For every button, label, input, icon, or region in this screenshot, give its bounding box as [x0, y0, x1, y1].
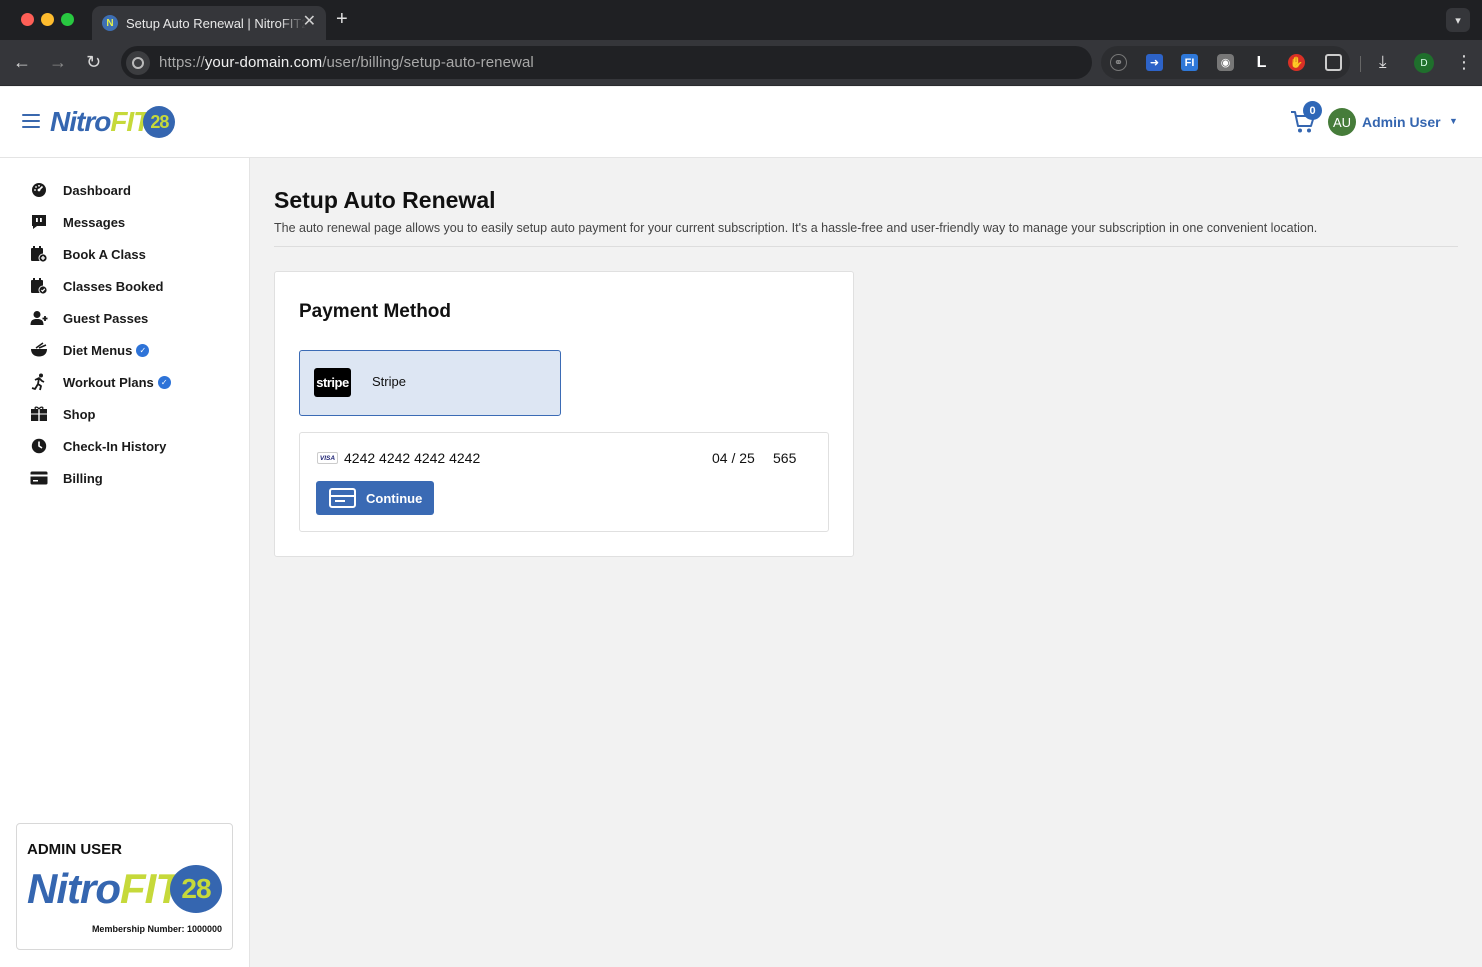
running-icon — [30, 373, 48, 391]
sidebar-item-workout-plans[interactable]: Workout Plans ✓ — [30, 371, 171, 393]
card-details-form: VISA 4242 4242 4242 4242 04 / 25 565 Con… — [299, 432, 829, 532]
tab-title: Setup Auto Renewal | NitroFIT28 — [126, 15, 306, 31]
payment-method-title: Payment Method — [299, 301, 452, 322]
site-info-icon[interactable] — [126, 50, 150, 75]
stripe-option-label: Stripe — [372, 374, 406, 389]
visa-card-icon: VISA — [317, 452, 338, 464]
payment-method-card: Payment Method stripe Stripe VISA 4242 4… — [274, 271, 854, 557]
sidebar-item-label: Guest Passes — [63, 310, 149, 326]
app-header: Nitro FIT 28 — [0, 87, 1482, 158]
logo-num: 28 — [143, 106, 176, 138]
url-path: /user/billing/setup-auto-renewal — [322, 54, 534, 71]
sidebar-item-check-in-history[interactable]: Check-In History — [30, 435, 166, 457]
credit-card-icon — [30, 469, 48, 487]
membership-number: Membership Number: 1000000 — [91, 924, 222, 934]
reload-icon[interactable]: ↻ — [86, 52, 101, 72]
url-text[interactable]: https://your-domain.com/user/billing/set… — [159, 54, 534, 71]
window-minimize-button[interactable] — [41, 13, 54, 26]
member-name: ADMIN USER — [27, 841, 123, 858]
sidebar-item-diet-menus[interactable]: Diet Menus ✓ — [30, 339, 150, 361]
logo-nitro: Nitro — [27, 865, 121, 912]
clock-icon — [30, 437, 48, 455]
gift-icon — [30, 405, 48, 423]
fi-extension-icon[interactable]: FI — [1181, 54, 1198, 71]
forward-arrow-icon[interactable]: → — [49, 52, 67, 72]
page-description: The auto renewal page allows you to easi… — [274, 221, 1318, 235]
sidebar-item-dashboard[interactable]: Dashboard — [30, 179, 131, 201]
verified-badge-icon: ✓ — [157, 375, 171, 389]
camera-extension-icon[interactable]: ◉ — [1217, 54, 1234, 71]
sidebar-item-label: Workout Plans — [63, 374, 154, 390]
continue-button-label: Continue — [366, 490, 423, 506]
sidebar-item-label: Check-In History — [63, 438, 167, 454]
sidebar-item-label: Dashboard — [63, 182, 131, 198]
sidebar-item-label: Shop — [63, 406, 96, 422]
user-menu-name[interactable]: Admin User — [1362, 114, 1441, 130]
card-number-input[interactable]: 4242 4242 4242 4242 — [344, 450, 480, 466]
verified-badge-icon: ✓ — [136, 343, 150, 357]
hamburger-menu-icon[interactable] — [22, 114, 40, 128]
tab-search-chevron-icon[interactable]: ▾ — [1446, 8, 1470, 32]
card-expiry-input[interactable]: 04 / 25 — [712, 450, 755, 466]
sidebar-item-label: Billing — [63, 470, 103, 486]
message-icon — [30, 213, 48, 231]
user-avatar[interactable]: AU — [1328, 108, 1356, 136]
caret-down-icon[interactable]: ▼ — [1449, 116, 1458, 126]
logo-nitro: Nitro — [50, 106, 111, 137]
member-card: ADMIN USER Nitro FIT 28 Membership Number:… — [16, 823, 233, 950]
cloud-extension-icon[interactable]: ⚭ — [1110, 54, 1127, 71]
sidebar-item-label: Book A Class — [63, 246, 146, 262]
sidebar-item-classes-booked[interactable]: Classes Booked — [30, 275, 163, 297]
back-arrow-icon[interactable]: ← — [13, 52, 31, 72]
new-tab-button[interactable]: + — [336, 9, 348, 29]
window-close-button[interactable] — [21, 13, 34, 26]
stripe-payment-option[interactable]: stripe Stripe — [299, 350, 561, 416]
sidebar-item-label: Classes Booked — [63, 278, 164, 294]
l-extension-icon[interactable]: L — [1253, 54, 1270, 71]
credit-card-icon — [329, 488, 356, 508]
download-icon[interactable]: ⤓ — [1379, 52, 1387, 72]
address-bar[interactable]: https://your-domain.com/user/billing/set… — [121, 46, 1092, 79]
calendar-check-icon — [30, 277, 48, 295]
user-add-icon — [30, 309, 48, 327]
browser-menu-icon[interactable]: ⋮ — [1455, 52, 1473, 72]
sidebar-item-label: Messages — [63, 214, 126, 230]
continue-button[interactable]: Continue — [316, 481, 434, 515]
sidebar-item-guest-passes[interactable]: Guest Passes — [30, 307, 148, 329]
sidebar-item-messages[interactable]: Messages — [30, 211, 125, 233]
favicon-icon: N — [102, 15, 118, 31]
logo-num: 28 — [169, 865, 222, 913]
stripe-logo-icon: stripe — [314, 368, 351, 397]
sidebar-item-shop[interactable]: Shop — [30, 403, 96, 425]
url-host: your-domain.com — [204, 54, 323, 71]
browser-tab[interactable]: N Setup Auto Renewal | NitroFIT28 ✕ — [92, 6, 326, 40]
browser-tab-bar: N Setup Auto Renewal | NitroFIT28 ✕ + ▾ — [0, 0, 1482, 40]
arrow-extension-icon[interactable]: ➜ — [1146, 54, 1163, 71]
cart-count-badge: 0 — [1303, 101, 1322, 120]
calendar-plus-icon — [30, 245, 48, 263]
tab-close-icon[interactable]: ✕ — [303, 14, 316, 30]
sidebar-item-label: Diet Menus — [63, 342, 133, 358]
sidebar-item-book-a-class[interactable]: Book A Class — [30, 243, 146, 265]
bowl-icon — [30, 341, 48, 359]
toolbar-separator — [1360, 56, 1361, 72]
card-cvc-input[interactable]: 565 — [773, 450, 796, 466]
extensions-area: ⚭ ➜ FI ◉ L ✋ — [1101, 46, 1350, 79]
nitrofit-logo[interactable]: Nitro FIT 28 — [50, 106, 176, 138]
sidebar-item-billing[interactable]: Billing — [30, 467, 103, 489]
page-title: Setup Auto Renewal — [274, 187, 496, 213]
hand-extension-icon[interactable]: ✋ — [1288, 54, 1305, 71]
window-maximize-button[interactable] — [61, 13, 74, 26]
profile-avatar[interactable]: D — [1414, 53, 1434, 73]
browser-toolbar: ← → ↻ https://your-domain.com/user/billi… — [0, 40, 1482, 86]
divider — [274, 246, 1458, 247]
url-scheme: https:// — [159, 54, 205, 71]
member-card-logo: Nitro FIT 28 — [27, 865, 222, 913]
puzzle-extensions-icon[interactable] — [1325, 54, 1342, 71]
dashboard-gauge-icon — [30, 181, 48, 199]
